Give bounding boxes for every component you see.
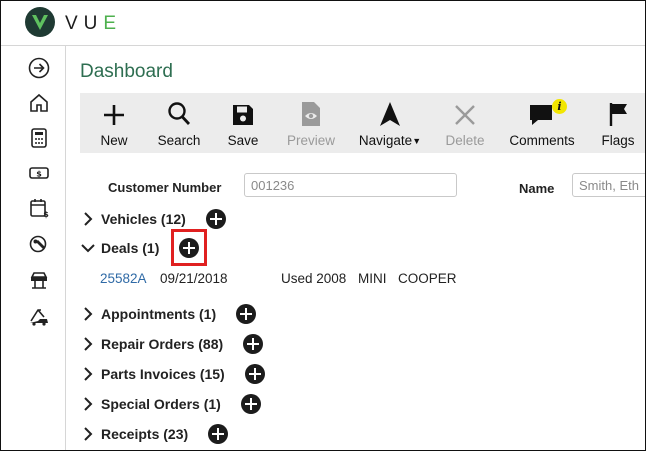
calculator-icon[interactable] — [27, 126, 51, 150]
section-appointments[interactable]: Appointments (1) — [81, 303, 216, 325]
add-receipt-button[interactable] — [208, 424, 228, 444]
tow-truck-icon[interactable] — [27, 304, 51, 328]
chevron-right-icon — [84, 427, 93, 441]
comments-button[interactable]: i Comments — [504, 93, 580, 153]
section-vehicles[interactable]: Vehicles (12) — [81, 208, 186, 230]
add-parts-invoice-button[interactable] — [245, 364, 265, 384]
flag-icon — [609, 103, 627, 126]
preview-label: Preview — [286, 133, 335, 148]
chevron-right-icon — [84, 397, 93, 411]
chevron-right-icon — [84, 212, 93, 226]
caret-down-icon: ▼ — [412, 136, 422, 146]
new-label: New — [100, 133, 128, 148]
section-special-orders-label: Special Orders (1) — [101, 396, 221, 412]
section-appointments-label: Appointments (1) — [101, 306, 217, 322]
section-special-orders[interactable]: Special Orders (1) — [81, 393, 221, 415]
preview-button[interactable]: Preview — [283, 93, 339, 153]
section-deals[interactable]: Deals (1) — [81, 237, 159, 259]
name-field[interactable]: Smith, Eth — [572, 173, 645, 197]
save-label: Save — [227, 133, 259, 148]
chevron-right-icon — [84, 307, 93, 321]
sidebar: $ $ — [1, 46, 66, 450]
toolbar: New Search Save Preview Navigate▼ Delete… — [80, 93, 645, 153]
comments-label: Comments — [509, 133, 575, 148]
navigate-label: Navigate — [358, 133, 413, 148]
delete-button[interactable]: Delete — [442, 93, 488, 153]
add-repair-order-button[interactable] — [243, 334, 263, 354]
deal-id-link[interactable]: 25582A — [100, 271, 147, 286]
service-wrench-icon[interactable] — [27, 232, 51, 256]
page-title: Dashboard — [80, 61, 173, 82]
navigate-arrow-icon — [380, 102, 400, 126]
section-receipts[interactable]: Receipts (23) — [81, 423, 188, 445]
section-deals-label: Deals (1) — [101, 240, 160, 256]
section-receipts-label: Receipts (23) — [101, 426, 189, 442]
customer-number-label: Customer Number — [108, 180, 222, 195]
chevron-right-icon — [84, 367, 93, 381]
delete-label: Delete — [445, 133, 485, 148]
car-lift-icon[interactable] — [27, 267, 51, 291]
add-appointment-button[interactable] — [236, 304, 256, 324]
home-icon[interactable] — [27, 91, 51, 115]
vue-logo-icon[interactable] — [25, 7, 55, 37]
add-special-order-button[interactable] — [241, 394, 261, 414]
calendar-money-icon[interactable]: $ — [27, 196, 51, 220]
chevron-down-icon — [81, 244, 95, 253]
deal-date: 09/21/2018 — [160, 271, 228, 286]
name-label: Name — [519, 181, 555, 196]
info-badge-icon: i — [552, 99, 567, 114]
money-icon[interactable]: $ — [27, 161, 51, 185]
save-button[interactable]: Save — [224, 93, 262, 153]
brand-name: VUE — [65, 13, 123, 34]
search-button[interactable]: Search — [154, 93, 204, 153]
section-repair-orders-label: Repair Orders (88) — [101, 336, 224, 352]
svg-text:$: $ — [36, 170, 42, 179]
floppy-disk-icon — [233, 105, 253, 125]
search-icon — [168, 102, 191, 125]
deal-condition-year: Used 2008 — [281, 271, 347, 286]
navigate-button[interactable]: Navigate▼ — [354, 93, 426, 153]
section-parts-invoices-label: Parts Invoices (15) — [101, 366, 225, 382]
close-x-icon — [455, 105, 475, 125]
add-vehicle-button[interactable] — [206, 209, 226, 229]
section-vehicles-label: Vehicles (12) — [101, 211, 186, 227]
section-repair-orders[interactable]: Repair Orders (88) — [81, 333, 223, 355]
highlight-box — [171, 229, 207, 266]
chevron-right-icon — [84, 337, 93, 351]
svg-text:$: $ — [43, 210, 49, 219]
customer-number-field[interactable]: 001236 — [244, 173, 457, 197]
flags-label: Flags — [601, 133, 635, 148]
section-parts-invoices[interactable]: Parts Invoices (15) — [81, 363, 225, 385]
top-bar: VUE — [1, 1, 645, 46]
plus-icon — [104, 105, 124, 125]
search-label: Search — [157, 133, 201, 148]
new-button[interactable]: New — [97, 93, 131, 153]
preview-document-icon — [302, 102, 320, 126]
expand-sidebar-icon[interactable] — [27, 56, 51, 80]
deal-model: COOPER — [398, 271, 457, 286]
flags-button[interactable]: Flags — [598, 93, 638, 153]
deal-make: MINI — [358, 271, 387, 286]
app-window: VUE $ $ Dashboard New Search Save Previe… — [0, 0, 646, 451]
